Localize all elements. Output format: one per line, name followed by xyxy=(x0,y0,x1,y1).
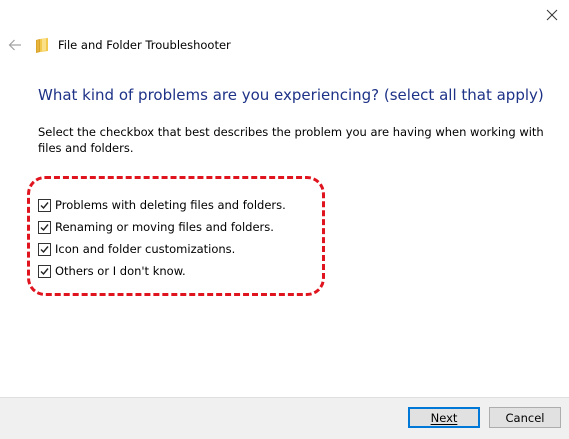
option-deleting-files[interactable]: Problems with deleting files and folders… xyxy=(38,194,286,216)
checkbox-renaming-moving[interactable] xyxy=(38,220,51,234)
back-button[interactable] xyxy=(4,35,26,55)
option-label: Problems with deleting files and folders… xyxy=(55,198,286,212)
checkmark-icon xyxy=(40,201,49,209)
option-icon-customizations[interactable]: Icon and folder customizations. xyxy=(38,238,286,260)
folder-icon xyxy=(36,38,48,53)
close-button[interactable] xyxy=(537,2,567,28)
next-button[interactable]: Next xyxy=(408,407,480,428)
troubleshooter-window: File and Folder Troubleshooter What kind… xyxy=(0,0,569,439)
problem-options-list: Problems with deleting files and folders… xyxy=(38,194,286,282)
arrow-left-icon xyxy=(8,39,21,51)
option-label: Icon and folder customizations. xyxy=(55,242,236,256)
checkbox-others[interactable] xyxy=(38,264,51,278)
footer-bar: Next Cancel xyxy=(0,397,569,439)
checkbox-icon-customizations[interactable] xyxy=(38,242,51,256)
window-title: File and Folder Troubleshooter xyxy=(58,38,231,52)
close-icon xyxy=(546,9,558,21)
checkbox-deleting-files[interactable] xyxy=(38,198,51,212)
option-renaming-moving[interactable]: Renaming or moving files and folders. xyxy=(38,216,286,238)
cancel-button[interactable]: Cancel xyxy=(489,407,561,428)
next-label: Next xyxy=(430,410,458,425)
checkmark-icon xyxy=(40,245,49,253)
checkmark-icon xyxy=(40,223,49,231)
page-description: Select the checkbox that best describes … xyxy=(38,125,544,155)
option-label: Renaming or moving files and folders. xyxy=(55,220,274,234)
option-others[interactable]: Others or I don't know. xyxy=(38,260,286,282)
checkmark-icon xyxy=(40,267,49,275)
option-label: Others or I don't know. xyxy=(55,264,186,278)
page-heading: What kind of problems are you experienci… xyxy=(38,86,544,104)
